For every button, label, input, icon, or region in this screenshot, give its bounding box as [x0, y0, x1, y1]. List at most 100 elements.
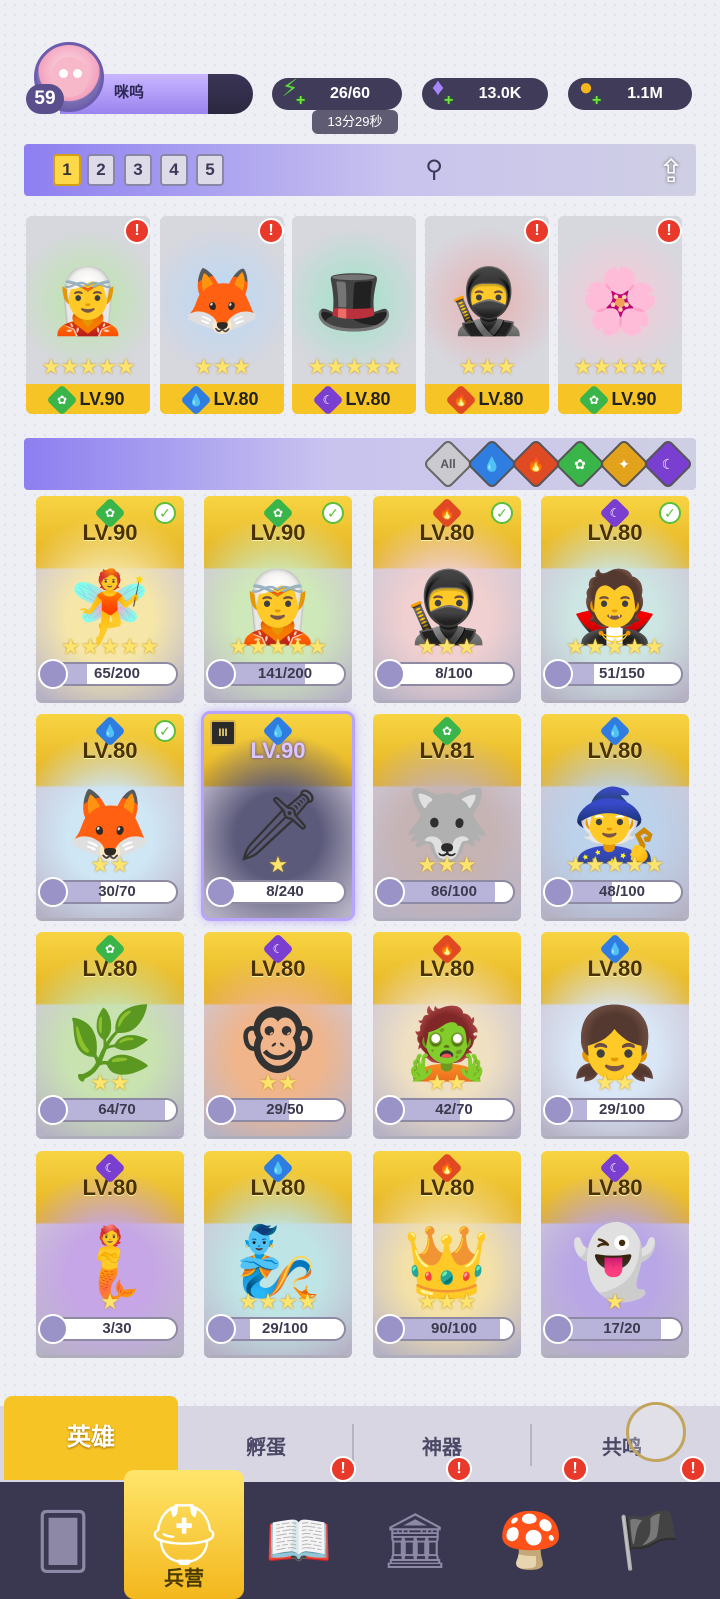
star-rating: ★★★ [458, 354, 516, 379]
water-element-icon: 💧 [262, 1152, 294, 1184]
alert-icon: ! [656, 218, 682, 244]
tab-heroes[interactable]: 英雄 [4, 1396, 178, 1480]
star-rating: ★★★★★ [307, 354, 402, 379]
hero-level: LV.80 [345, 389, 391, 409]
water-element-icon: 💧 [262, 715, 294, 747]
hero-card[interactable]: 🧜 ☾ LV.80 ★ 3/30 [36, 1151, 184, 1355]
team-level-bar: ☾ LV.80 [292, 384, 416, 414]
team-slot[interactable]: 🦊 ★★★ 💧 LV.80 [160, 216, 284, 414]
shard-icon [375, 1314, 405, 1344]
filter-all-label: All [440, 457, 456, 471]
avatar-eye [59, 69, 68, 78]
floating-circle-button[interactable] [626, 1402, 686, 1462]
player-level-badge: 59 [26, 84, 64, 114]
team-slot[interactable]: 🌸 ★★★★★ ✿ LV.90 [558, 216, 682, 414]
shard-icon [543, 1095, 573, 1125]
check-icon: ✓ [659, 502, 681, 524]
hero-card[interactable]: 🧛 ☾ LV.80 ★★★★★ 51/150 ✓ [541, 496, 689, 700]
water-element-icon: 💧 [599, 933, 631, 965]
hero-card[interactable]: 🗡 💧 LV.90 ★ 8/240 III [201, 711, 355, 921]
banner-icon[interactable]: 🏴 [604, 1496, 694, 1586]
shard-icon [206, 1095, 236, 1125]
team-tab-2[interactable]: 2 [87, 154, 115, 186]
team-slot[interactable]: 🧝 ★★★★★ ✿ LV.90 [26, 216, 150, 414]
dark-element-icon: ☾ [262, 933, 294, 965]
star-rating: ★★★★★ [228, 634, 328, 659]
star-rating: ★★★★★ [60, 634, 160, 659]
star-rating: ★★ [595, 1070, 635, 1095]
star-rating: ★★★ [417, 852, 477, 877]
map-book-icon[interactable]: 📖 [254, 1496, 344, 1586]
helmet-icon: ⛑ [145, 1501, 223, 1568]
hero-card[interactable]: 👧 💧 LV.80 ★★ 29/100 [541, 932, 689, 1136]
check-icon: ✓ [154, 502, 176, 524]
rank-badge: III [210, 720, 236, 746]
nav-barracks-label: 兵营 [164, 1568, 204, 1590]
hero-card[interactable]: 🧝 ✿ LV.90 ★★★★★ 141/200 ✓ [204, 496, 352, 700]
water-element-icon: 💧 [599, 715, 631, 747]
hero-card[interactable]: 🐵 ☾ LV.80 ★★ 29/50 [204, 932, 352, 1136]
hero-card[interactable]: 🧚 ✿ LV.90 ★★★★★ 65/200 ✓ [36, 496, 184, 700]
hero-card[interactable]: 🥷 🔥 LV.80 ★★★ 8/100 ✓ [373, 496, 521, 700]
tab-artifact[interactable]: 神器 [354, 1420, 530, 1476]
star-rating: ★★ [427, 1070, 467, 1095]
shard-icon [206, 877, 236, 907]
hero-card[interactable]: 🐺 ✿ LV.81 ★★★ 86/100 [373, 714, 521, 918]
nature-element-icon: ✿ [578, 384, 611, 414]
nature-element-icon: ✿ [94, 933, 126, 965]
share-icon[interactable]: ⇪ [648, 148, 694, 194]
team-level-bar: ✿ LV.90 [558, 384, 682, 414]
tab-hatch[interactable]: 孵蛋 [180, 1420, 352, 1476]
team-level-bar: 🔥 LV.80 [425, 384, 549, 414]
dark-element-icon: ☾ [94, 1152, 126, 1184]
star-rating: ★ [605, 1289, 625, 1314]
hero-card[interactable]: 🧞 💧 LV.80 ★★★★ 29/100 [204, 1151, 352, 1355]
shard-icon [375, 1095, 405, 1125]
team-tab-5[interactable]: 5 [196, 154, 224, 186]
team-slot[interactable]: 🥷 ★★★ 🔥 LV.80 [425, 216, 549, 414]
gem-icon[interactable]: ♦ + [418, 68, 458, 109]
shard-icon [206, 659, 236, 689]
hero-card[interactable]: 🌿 ✿ LV.80 ★★ 64/70 [36, 932, 184, 1136]
star-rating: ★★★ [193, 354, 251, 379]
star-rating: ★★★★ [238, 1289, 318, 1314]
coin-icon[interactable]: ● + [566, 68, 606, 109]
cards-icon[interactable]: 🂠 [18, 1496, 108, 1586]
team-slot[interactable]: 🎩 ★★★★★ ☾ LV.80 [292, 216, 416, 414]
hero-card[interactable]: 🧟 🔥 LV.80 ★★ 42/70 [373, 932, 521, 1136]
water-element-icon: 💧 [180, 384, 213, 414]
alert-icon: ! [562, 1456, 588, 1482]
star-rating: ★ [268, 852, 288, 877]
shard-icon [38, 659, 68, 689]
shard-icon [543, 877, 573, 907]
alert-icon: ! [330, 1456, 356, 1482]
alert-icon: ! [124, 218, 150, 244]
star-rating: ★ [100, 1289, 120, 1314]
hero-level: LV.90 [611, 389, 657, 409]
shard-icon [375, 659, 405, 689]
star-rating: ★★★★★ [573, 354, 668, 379]
hero-card[interactable]: 🧙 💧 LV.80 ★★★★★ 48/100 [541, 714, 689, 918]
nature-element-icon: ✿ [431, 715, 463, 747]
mushroom-house-icon[interactable]: 🍄 [486, 1496, 576, 1586]
avatar-eye [73, 69, 82, 78]
hero-level: LV.80 [478, 389, 524, 409]
lightning-icon[interactable]: ⚡ + [270, 68, 310, 109]
shard-icon [38, 877, 68, 907]
plus-icon: + [296, 92, 306, 109]
hero-card[interactable]: 👑 🔥 LV.80 ★★★ 90/100 [373, 1151, 521, 1355]
team-tab-1[interactable]: 1 [53, 154, 81, 186]
search-icon[interactable]: ⚲ [418, 154, 450, 186]
hero-card[interactable]: 👻 ☾ LV.80 ★ 17/20 [541, 1151, 689, 1355]
team-tab-3[interactable]: 3 [124, 154, 152, 186]
check-icon: ✓ [322, 502, 344, 524]
castle-icon[interactable]: 🏛 [370, 1496, 460, 1586]
fire-element-icon: 🔥 [431, 933, 463, 965]
alert-icon: ! [446, 1456, 472, 1482]
hero-card[interactable]: 🦊 💧 LV.80 ★★ 30/70 ✓ [36, 714, 184, 918]
fire-element-icon: 🔥 [445, 384, 478, 414]
stamina-timer: 13分29秒 [312, 110, 398, 134]
team-level-bar: 💧 LV.80 [160, 384, 284, 414]
star-rating: ★★ [90, 1070, 130, 1095]
team-tab-4[interactable]: 4 [160, 154, 188, 186]
